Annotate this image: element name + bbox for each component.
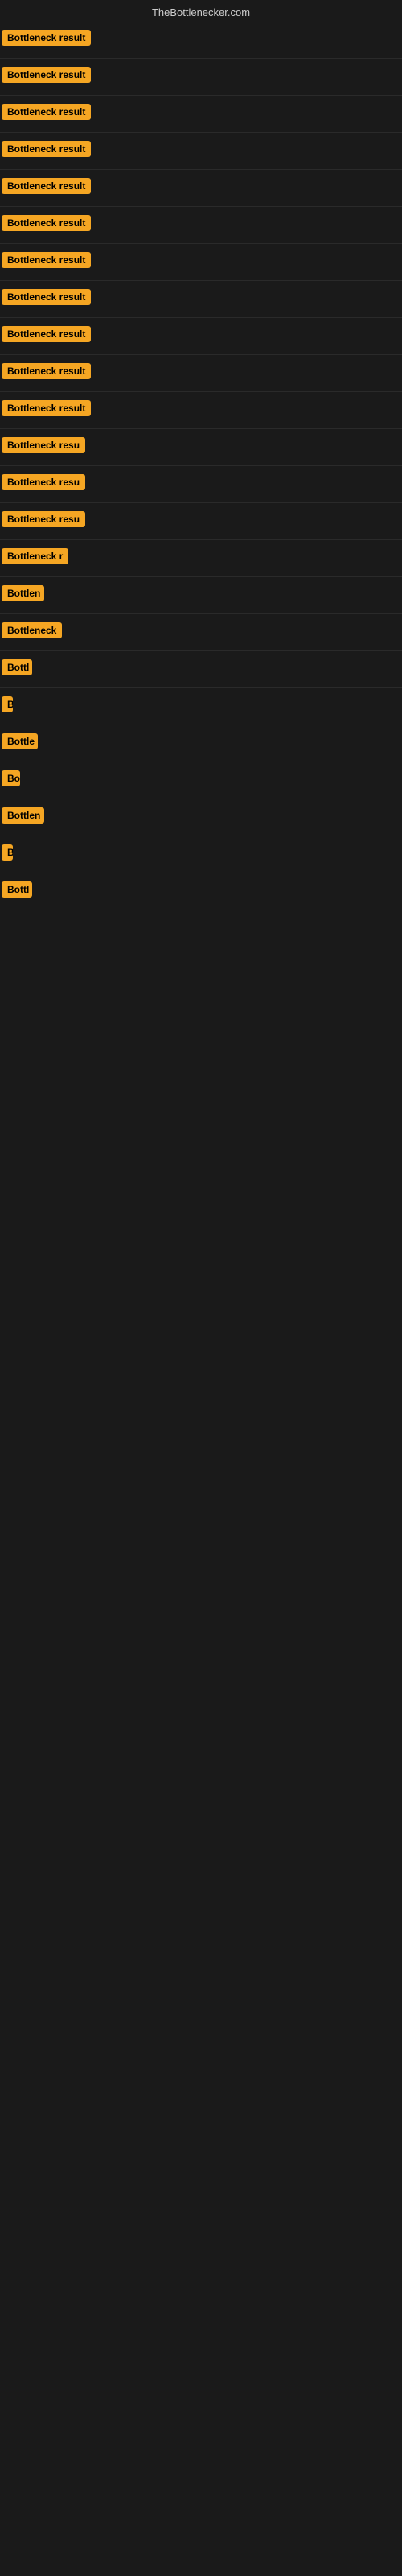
result-row: Bottl [0, 873, 402, 910]
bottleneck-badge[interactable]: Bottleneck result [2, 326, 91, 342]
bottleneck-badge[interactable]: Bottleneck [2, 622, 62, 638]
result-row: Bottleneck resu [0, 503, 402, 540]
result-row: Bottle [0, 725, 402, 762]
bottleneck-badge[interactable]: Bottle [2, 733, 38, 749]
result-row: B [0, 688, 402, 725]
bottleneck-badge[interactable]: Bottleneck result [2, 400, 91, 416]
bottleneck-badge[interactable]: B [2, 696, 13, 712]
bottleneck-badge[interactable]: Bottleneck result [2, 215, 91, 231]
bottleneck-badge[interactable]: Bottleneck result [2, 67, 91, 83]
bottleneck-badge[interactable]: Bot [2, 770, 20, 786]
bottleneck-badge[interactable]: Bottleneck r [2, 548, 68, 564]
bottleneck-badge[interactable]: Bottleneck resu [2, 511, 85, 527]
bottleneck-badge[interactable]: Bottlen [2, 585, 44, 601]
result-row: Bottleneck result [0, 96, 402, 133]
result-row: Bottleneck resu [0, 429, 402, 466]
result-row: Bottleneck result [0, 355, 402, 392]
result-row: Bottlen [0, 799, 402, 836]
result-row: Bot [0, 762, 402, 799]
result-row: Bottleneck resu [0, 466, 402, 503]
bottleneck-badge[interactable]: Bottleneck result [2, 30, 91, 46]
bottleneck-badge[interactable]: Bottleneck result [2, 104, 91, 120]
result-row: Bottleneck [0, 614, 402, 651]
result-row: B [0, 836, 402, 873]
bottleneck-badge[interactable]: B [2, 844, 13, 861]
result-row: Bottleneck r [0, 540, 402, 577]
result-row: Bottleneck result [0, 170, 402, 207]
result-row: Bottleneck result [0, 244, 402, 281]
result-row: Bottleneck result [0, 281, 402, 318]
result-row: Bottleneck result [0, 133, 402, 170]
bottleneck-badge[interactable]: Bottlen [2, 807, 44, 824]
bottleneck-badge[interactable]: Bottleneck result [2, 178, 91, 194]
result-row: Bottleneck result [0, 59, 402, 96]
result-row: Bottleneck result [0, 392, 402, 429]
bottleneck-badge[interactable]: Bottleneck result [2, 363, 91, 379]
result-row: Bottleneck result [0, 318, 402, 355]
bottleneck-badge[interactable]: Bottleneck resu [2, 437, 85, 453]
bottleneck-badge[interactable]: Bottleneck resu [2, 474, 85, 490]
bottleneck-badge[interactable]: Bottleneck result [2, 289, 91, 305]
result-row: Bottlen [0, 577, 402, 614]
site-title: TheBottlenecker.com [152, 6, 250, 19]
bottleneck-badge[interactable]: Bottleneck result [2, 252, 91, 268]
results-container: Bottleneck result Bottleneck result Bottle… [0, 22, 402, 910]
result-row: Bottleneck result [0, 207, 402, 244]
bottleneck-badge[interactable]: Bottl [2, 659, 32, 675]
bottleneck-badge[interactable]: Bottl [2, 881, 32, 898]
bottleneck-badge[interactable]: Bottleneck result [2, 141, 91, 157]
site-header: TheBottlenecker.com [0, 0, 402, 22]
result-row: Bottleneck result [0, 22, 402, 59]
result-row: Bottl [0, 651, 402, 688]
